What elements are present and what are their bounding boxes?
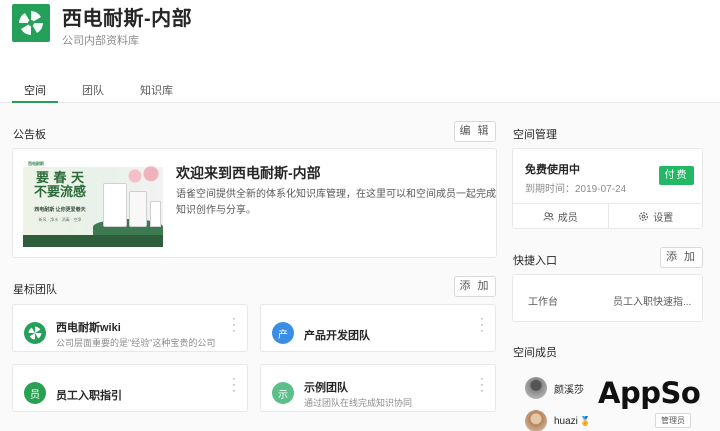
- bulletin-banner-image: 西电耐斯 要 春 天 不要流感 西电耐斯 让你更爱春天 新风 · 净水 · 消毒…: [23, 161, 163, 247]
- add-team-button[interactable]: 添 加: [454, 276, 496, 297]
- banner-headline: 要 春 天 不要流感: [33, 171, 86, 200]
- pay-button[interactable]: 付费: [659, 166, 694, 185]
- team-letter-icon: 示: [272, 382, 294, 404]
- team-card[interactable]: 员 员工入职指引 · · ·: [12, 364, 248, 412]
- plan-status: 免费使用中: [525, 164, 580, 176]
- banner-bottom-strip: [23, 235, 163, 247]
- settings-button[interactable]: 设置: [607, 204, 704, 229]
- bulletin-card: 西电耐斯 要 春 天 不要流感 西电耐斯 让你更爱春天 新风 · 净水 · 消毒…: [12, 148, 497, 258]
- banner-products: 新风 · 净水 · 消毒 · 空净: [38, 217, 82, 222]
- more-vertical-icon[interactable]: · · ·: [477, 372, 487, 396]
- team-name: 西电耐斯wiki: [56, 322, 121, 334]
- tab-knowledge-base[interactable]: 知识库: [128, 76, 185, 103]
- members-icon: [543, 212, 554, 221]
- team-letter-icon: 员: [24, 382, 46, 404]
- gear-icon: [639, 212, 649, 221]
- member-row[interactable]: huazi 🏅: [525, 410, 591, 431]
- medal-icon: 🏅: [579, 415, 592, 426]
- team-name: 示例团队: [304, 382, 348, 394]
- team-name: 员工入职指引: [56, 390, 122, 402]
- space-logo[interactable]: [12, 4, 50, 42]
- team-card[interactable]: 西电耐斯wiki 公司层面重要的是"经验"这种宝贵的公司... · · ·: [12, 304, 248, 352]
- members-button[interactable]: 成员: [513, 204, 608, 229]
- tab-teams[interactable]: 团队: [70, 76, 116, 103]
- edit-bulletin-button[interactable]: 编 辑: [454, 121, 496, 142]
- quick-entry-item[interactable]: 员工入职快速指...: [613, 293, 691, 308]
- expire-date: 到期时间：2019-07-24: [525, 184, 627, 195]
- settings-label: 设置: [653, 213, 674, 224]
- space-subtitle: 公司内部资料库: [62, 35, 139, 47]
- tab-bar: 空间 团队 知识库: [12, 76, 197, 103]
- bulletin-title: 欢迎来到西电耐斯-内部: [176, 165, 321, 181]
- members-label: 成员: [557, 213, 578, 224]
- quick-entry-item[interactable]: 工作台: [528, 293, 558, 308]
- bulletin-text: 语雀空间提供全新的体系化知识库管理，在这里可以和空间成员一起完成知识创作与分享。: [176, 189, 496, 216]
- device-image: [103, 183, 127, 227]
- bulletin-section-title: 公告板: [13, 129, 46, 141]
- starred-teams-title: 星标团队: [13, 284, 57, 296]
- avatar: [525, 410, 547, 431]
- device-image: [129, 191, 147, 227]
- quick-entry-card: 工作台 员工入职快速指...: [512, 274, 703, 322]
- member-name: 颜溪莎: [554, 384, 584, 396]
- banner-brand: 西电耐斯: [28, 161, 44, 166]
- more-vertical-icon[interactable]: · · ·: [477, 312, 487, 336]
- more-vertical-icon[interactable]: · · ·: [229, 312, 239, 336]
- flower-decoration: [123, 165, 163, 187]
- quick-entry-title: 快捷入口: [513, 255, 557, 267]
- team-name: 产品开发团队: [304, 330, 370, 342]
- pinwheel-icon: [19, 11, 43, 35]
- team-card[interactable]: 示 示例团队 通过团队在线完成知识协同 · · ·: [260, 364, 496, 412]
- team-letter-icon: 产: [272, 322, 294, 344]
- space-management-title: 空间管理: [513, 129, 557, 141]
- admin-badge: 管理员: [655, 413, 691, 428]
- pinwheel-icon: [24, 322, 46, 344]
- management-actions: 成员 设置: [513, 203, 703, 229]
- tab-space[interactable]: 空间: [12, 76, 58, 103]
- team-card[interactable]: 产 产品开发团队 · · ·: [260, 304, 496, 352]
- member-row[interactable]: 颜溪莎: [525, 377, 584, 399]
- appso-watermark: AppSo: [598, 376, 701, 410]
- device-image: [150, 201, 161, 227]
- member-name: huazi: [554, 415, 578, 427]
- avatar: [525, 377, 547, 399]
- add-quick-entry-button[interactable]: 添 加: [660, 247, 703, 268]
- space-members-title: 空间成员: [513, 347, 557, 359]
- team-description: 通过团队在线完成知识协同: [304, 398, 413, 408]
- space-management-card: 免费使用中 到期时间：2019-07-24 付费 成员 设置: [512, 148, 703, 229]
- banner-tagline: 西电耐斯 让你更爱春天: [34, 207, 86, 213]
- team-description: 公司层面重要的是"经验"这种宝贵的公司...: [56, 338, 216, 348]
- more-vertical-icon[interactable]: · · ·: [229, 372, 239, 396]
- space-header: 西电耐斯-内部 公司内部资料库 空间 团队 知识库: [0, 0, 720, 103]
- space-title: 西电耐斯-内部: [62, 8, 193, 30]
